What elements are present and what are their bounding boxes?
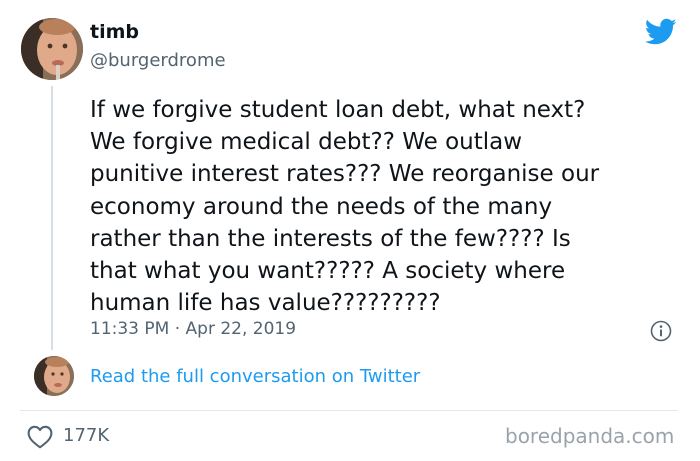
divider	[20, 410, 678, 411]
tweet-text: If we forgive student loan debt, what ne…	[90, 97, 600, 317]
watermark: boredpanda.com	[505, 424, 675, 448]
info-icon[interactable]	[650, 320, 672, 342]
author-avatar[interactable]	[21, 18, 83, 80]
thread-line	[51, 86, 53, 350]
reply-avatar[interactable]	[34, 356, 74, 396]
author-display-name[interactable]: timb	[90, 21, 139, 43]
twitter-bird-icon[interactable]	[645, 18, 677, 46]
tweet-timestamp[interactable]: 11:33 PM · Apr 22, 2019	[90, 319, 296, 339]
avatar-photo	[34, 356, 74, 396]
heart-icon[interactable]	[27, 425, 53, 449]
read-conversation-link[interactable]: Read the full conversation on Twitter	[90, 366, 420, 387]
like-count: 177K	[63, 425, 110, 446]
avatar-photo	[21, 18, 83, 80]
author-handle[interactable]: @burgerdrome	[90, 50, 226, 71]
